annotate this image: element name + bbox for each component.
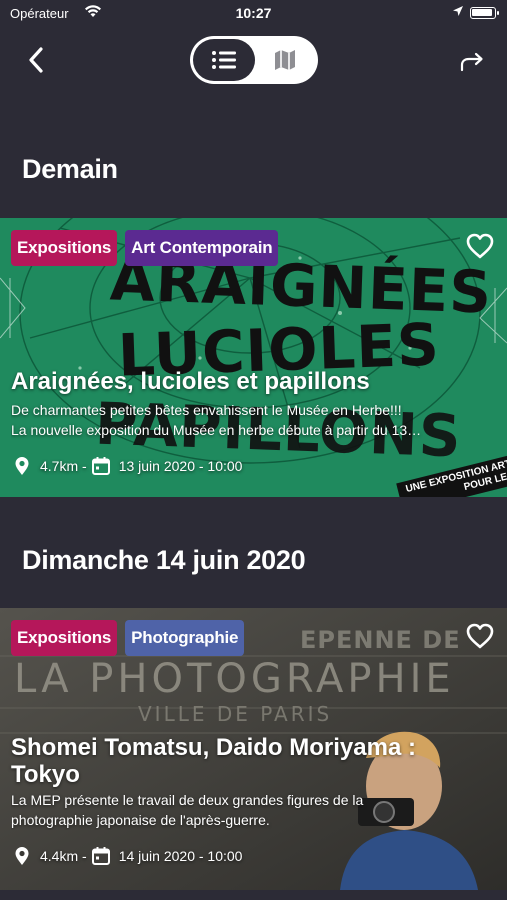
event-date: 13 juin 2020 - 10:00 bbox=[118, 458, 243, 474]
share-button[interactable] bbox=[452, 44, 492, 80]
event-description: La MEP présente le travail de deux grand… bbox=[11, 792, 364, 828]
facade-text: LA PHOTOGRAPHIE bbox=[14, 656, 455, 702]
event-date: 14 juin 2020 - 10:00 bbox=[118, 848, 243, 864]
event-meta: 4.7km - 13 juin 2020 - 10:00 bbox=[14, 456, 242, 476]
location-arrow-icon bbox=[452, 5, 464, 20]
map-view-button[interactable] bbox=[256, 39, 314, 81]
share-icon bbox=[460, 52, 483, 72]
navigation-bar bbox=[0, 30, 507, 90]
view-toggle bbox=[190, 36, 318, 84]
event-title: Shomei Tomatsu, Daido Moriyama : Tokyo bbox=[11, 734, 416, 788]
list-icon bbox=[212, 51, 236, 69]
favorite-button[interactable] bbox=[462, 228, 498, 264]
event-meta: 4.4km - 14 juin 2020 - 10:00 bbox=[14, 846, 242, 866]
section-title-dimanche: Dimanche 14 juin 2020 bbox=[22, 545, 306, 575]
back-button[interactable] bbox=[18, 42, 54, 78]
event-card-tomatsu[interactable]: EPENNE DE LA PHOTOGRAPHIE VILLE DE PARIS… bbox=[0, 608, 507, 890]
event-card-araignees[interactable]: ARAIGNÉES LUCIOLES PAPILLONS UNE EXPOSIT… bbox=[0, 218, 507, 497]
clock: 10:27 bbox=[235, 5, 272, 21]
facade-text: EPENNE DE bbox=[300, 626, 461, 654]
favorite-button[interactable] bbox=[462, 618, 498, 654]
event-title: Araignées, lucioles et papillons bbox=[11, 368, 370, 395]
event-distance: 4.4km - bbox=[40, 848, 87, 864]
tag-list: Expositions Photographie bbox=[11, 620, 245, 656]
section-title-demain: Demain bbox=[22, 154, 118, 184]
tag-photographie[interactable]: Photographie bbox=[125, 620, 245, 656]
event-description: De charmantes petites bêtes envahissent … bbox=[11, 402, 422, 438]
location-pin-icon bbox=[15, 847, 29, 865]
heart-icon bbox=[466, 623, 494, 649]
chevron-left-icon bbox=[29, 47, 43, 73]
location-pin-icon bbox=[15, 457, 29, 475]
heart-icon bbox=[466, 233, 494, 259]
tag-list: Expositions Art Contemporain bbox=[11, 230, 279, 266]
list-view-button[interactable] bbox=[193, 39, 255, 81]
tag-expositions[interactable]: Expositions bbox=[11, 620, 118, 656]
status-bar: Opérateur 10:27 bbox=[0, 0, 507, 28]
calendar-icon bbox=[91, 457, 110, 475]
calendar-icon bbox=[91, 847, 110, 865]
map-icon bbox=[275, 50, 295, 70]
tag-art-contemporain[interactable]: Art Contemporain bbox=[125, 230, 279, 266]
event-distance: 4.7km - bbox=[40, 458, 87, 474]
facade-text: VILLE DE PARIS bbox=[138, 702, 333, 726]
battery-icon bbox=[470, 7, 499, 19]
tag-expositions[interactable]: Expositions bbox=[11, 230, 118, 266]
